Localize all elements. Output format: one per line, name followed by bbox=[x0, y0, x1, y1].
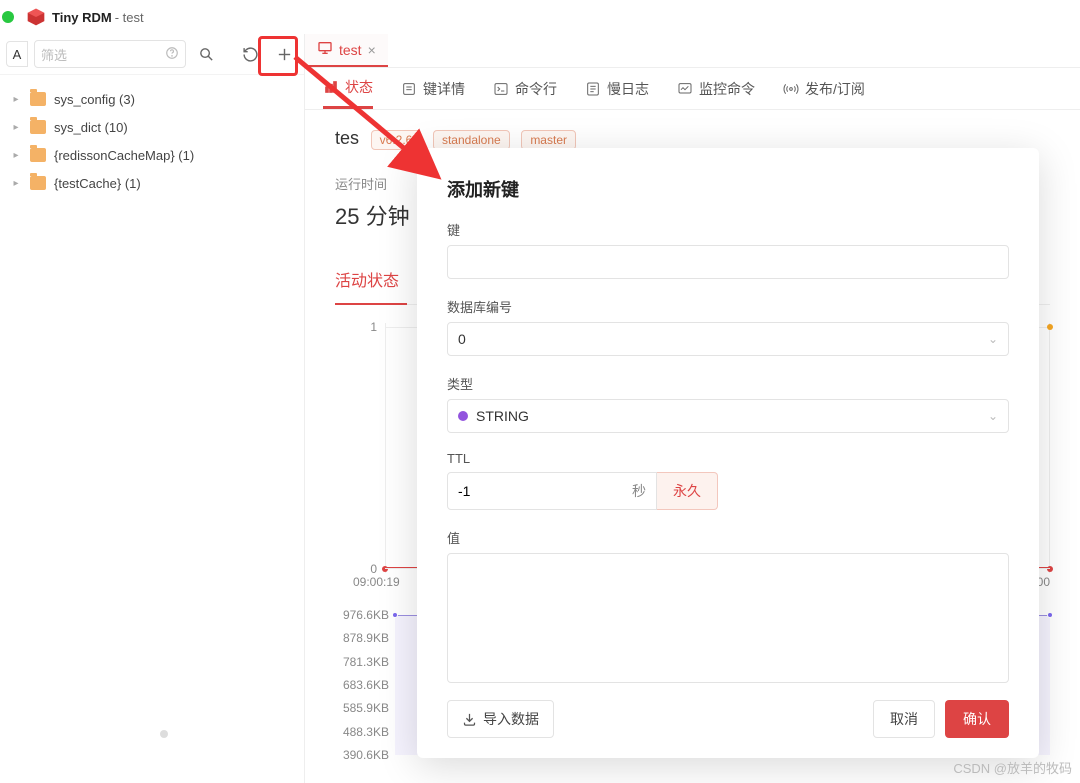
watermark: CSDN @放羊的牧码 bbox=[953, 758, 1072, 777]
ytick: 976.6KB bbox=[343, 608, 389, 622]
tab-slowlog[interactable]: 慢日志 bbox=[585, 68, 649, 109]
folder-icon bbox=[30, 92, 46, 106]
app-subtitle: - test bbox=[115, 10, 144, 25]
connection-tab-label: test bbox=[339, 42, 362, 58]
label-type: 类型 bbox=[447, 374, 1009, 393]
monitor-icon bbox=[317, 40, 333, 59]
chevron-right-icon: ▸ bbox=[10, 94, 22, 105]
tab-key-detail[interactable]: 键详情 bbox=[401, 68, 465, 109]
titlebar: Tiny RDM - test bbox=[0, 0, 1080, 34]
help-icon[interactable] bbox=[165, 46, 179, 63]
tab-pubsub[interactable]: 发布/订阅 bbox=[783, 68, 865, 109]
tab-status[interactable]: 状态 bbox=[323, 68, 373, 109]
filter-mode[interactable]: A bbox=[6, 41, 28, 67]
filter-placeholder: 筛选 bbox=[41, 45, 67, 64]
ytick: 488.3KB bbox=[343, 725, 389, 739]
ytick: 683.6KB bbox=[343, 678, 389, 692]
ytick: 1 bbox=[370, 320, 377, 334]
ok-button[interactable]: 确认 bbox=[945, 700, 1009, 738]
tree-item-label: {redissonCacheMap} (1) bbox=[54, 148, 194, 163]
search-icon[interactable] bbox=[192, 40, 220, 68]
cancel-button[interactable]: 取消 bbox=[873, 700, 935, 738]
xtick: 09:00:19 bbox=[353, 575, 400, 589]
label-db: 数据库编号 bbox=[447, 297, 1009, 316]
label-key: 键 bbox=[447, 220, 1009, 239]
modal-title: 添加新键 bbox=[447, 176, 1009, 202]
tab-cli[interactable]: 命令行 bbox=[493, 68, 557, 109]
tree-item-label: sys_dict (10) bbox=[54, 120, 128, 135]
chevron-down-icon: ⌄ bbox=[988, 409, 998, 423]
input-ttl[interactable]: -1 秒 bbox=[447, 472, 657, 510]
ttl-unit: 秒 bbox=[632, 481, 646, 501]
label-value: 值 bbox=[447, 528, 1009, 547]
connection-tab[interactable]: test × bbox=[305, 34, 388, 67]
badge-version: v6.2.6 bbox=[371, 130, 422, 150]
ytick: 390.6KB bbox=[343, 748, 389, 762]
connection-name: tes bbox=[335, 128, 359, 148]
tree-item-label: {testCache} (1) bbox=[54, 176, 141, 191]
ytick: 585.9KB bbox=[343, 701, 389, 715]
tree-item[interactable]: ▸ sys_config (3) bbox=[6, 85, 298, 113]
filter-input[interactable]: 筛选 bbox=[34, 40, 186, 68]
ytick: 781.3KB bbox=[343, 655, 389, 669]
folder-icon bbox=[30, 176, 46, 190]
activity-title: 活动状态 bbox=[335, 267, 407, 305]
chevron-right-icon: ▸ bbox=[10, 150, 22, 161]
select-type[interactable]: STRING ⌄ bbox=[447, 399, 1009, 433]
badge-role: master bbox=[521, 130, 576, 150]
chevron-down-icon: ⌄ bbox=[988, 332, 998, 346]
ttl-permanent-button[interactable]: 永久 bbox=[657, 472, 718, 510]
select-type-value: STRING bbox=[476, 408, 529, 424]
import-label: 导入数据 bbox=[483, 709, 539, 729]
key-tree: ▸ sys_config (3) ▸ sys_dict (10) ▸ {redisso… bbox=[0, 75, 304, 207]
add-key-button[interactable] bbox=[270, 40, 298, 68]
ytick: 0 bbox=[370, 562, 377, 576]
tree-item[interactable]: ▸ {redissonCacheMap} (1) bbox=[6, 141, 298, 169]
close-icon[interactable]: × bbox=[368, 42, 376, 58]
chevron-right-icon: ▸ bbox=[10, 178, 22, 189]
sidebar-toolbar: A 筛选 bbox=[0, 34, 304, 75]
input-key[interactable] bbox=[447, 245, 1009, 279]
tree-item[interactable]: ▸ {testCache} (1) bbox=[6, 169, 298, 197]
add-key-modal: 添加新键 键 数据库编号 0 ⌄ 类型 STRING ⌄ TTL -1 秒 永久… bbox=[417, 148, 1039, 758]
label-ttl: TTL bbox=[447, 451, 1009, 466]
refresh-icon[interactable] bbox=[236, 40, 264, 68]
sidebar: A 筛选 ▸ sys_config (3) ▸ sys_dict (10) ▸ {re… bbox=[0, 34, 305, 783]
ttl-value: -1 bbox=[458, 483, 470, 499]
connection-tabs: test × bbox=[305, 34, 1080, 68]
scrollbar-thumb[interactable] bbox=[160, 730, 168, 738]
window-traffic-light[interactable] bbox=[2, 11, 14, 23]
badge-mode: standalone bbox=[433, 130, 510, 150]
chevron-right-icon: ▸ bbox=[10, 122, 22, 133]
input-value[interactable] bbox=[447, 553, 1009, 683]
folder-icon bbox=[30, 148, 46, 162]
select-db[interactable]: 0 ⌄ bbox=[447, 322, 1009, 356]
app-logo bbox=[26, 7, 46, 27]
import-button[interactable]: 导入数据 bbox=[447, 700, 554, 738]
tree-item-label: sys_config (3) bbox=[54, 92, 135, 107]
ytick: 878.9KB bbox=[343, 631, 389, 645]
folder-icon bbox=[30, 120, 46, 134]
section-tabs: 状态 键详情 命令行 慢日志 监控命令 发布/订阅 bbox=[305, 68, 1080, 110]
tree-item[interactable]: ▸ sys_dict (10) bbox=[6, 113, 298, 141]
type-color-dot bbox=[458, 411, 468, 421]
app-title: Tiny RDM bbox=[52, 10, 112, 25]
select-db-value: 0 bbox=[458, 331, 466, 347]
tab-monitor[interactable]: 监控命令 bbox=[677, 68, 755, 109]
